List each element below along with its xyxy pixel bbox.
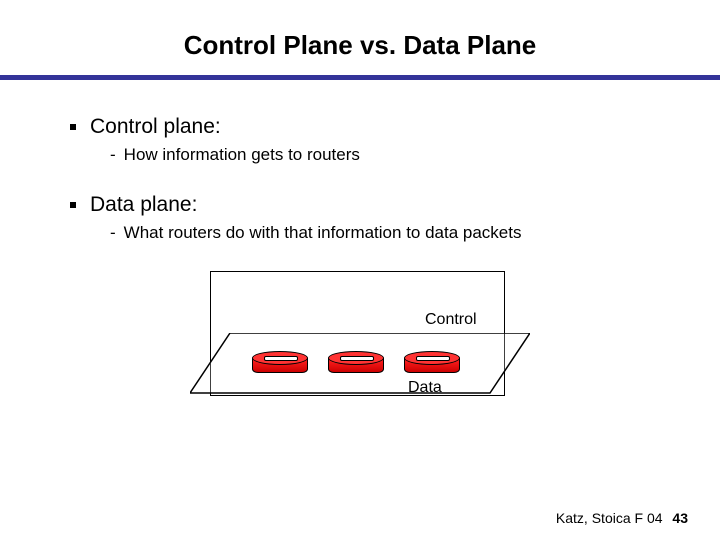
router-icon bbox=[404, 351, 460, 373]
dash-icon: - bbox=[110, 145, 116, 165]
sub-bullet-2-text: What routers do with that information to… bbox=[124, 223, 522, 243]
sub-bullet-2: - What routers do with that information … bbox=[110, 223, 650, 243]
page-number: 43 bbox=[672, 510, 688, 526]
bullet-1: Control plane: bbox=[70, 115, 650, 139]
planes-diagram: Control Data bbox=[190, 271, 530, 416]
router-icon bbox=[252, 351, 308, 373]
sub-bullet-1: - How information gets to routers bbox=[110, 145, 650, 165]
bullet-1-heading: Control plane: bbox=[90, 115, 221, 139]
slide-title: Control Plane vs. Data Plane bbox=[0, 0, 720, 75]
footer-attribution: Katz, Stoica F 04 bbox=[556, 510, 663, 526]
square-bullet-icon bbox=[70, 124, 76, 130]
content-area: Control plane: - How information gets to… bbox=[0, 80, 720, 416]
square-bullet-icon bbox=[70, 202, 76, 208]
control-label: Control bbox=[425, 311, 477, 329]
data-label: Data bbox=[408, 379, 442, 397]
bullet-2: Data plane: bbox=[70, 193, 650, 217]
router-icon bbox=[328, 351, 384, 373]
dash-icon: - bbox=[110, 223, 116, 243]
sub-bullet-1-text: How information gets to routers bbox=[124, 145, 360, 165]
bullet-2-heading: Data plane: bbox=[90, 193, 197, 217]
footer: Katz, Stoica F 04 43 bbox=[556, 510, 688, 526]
